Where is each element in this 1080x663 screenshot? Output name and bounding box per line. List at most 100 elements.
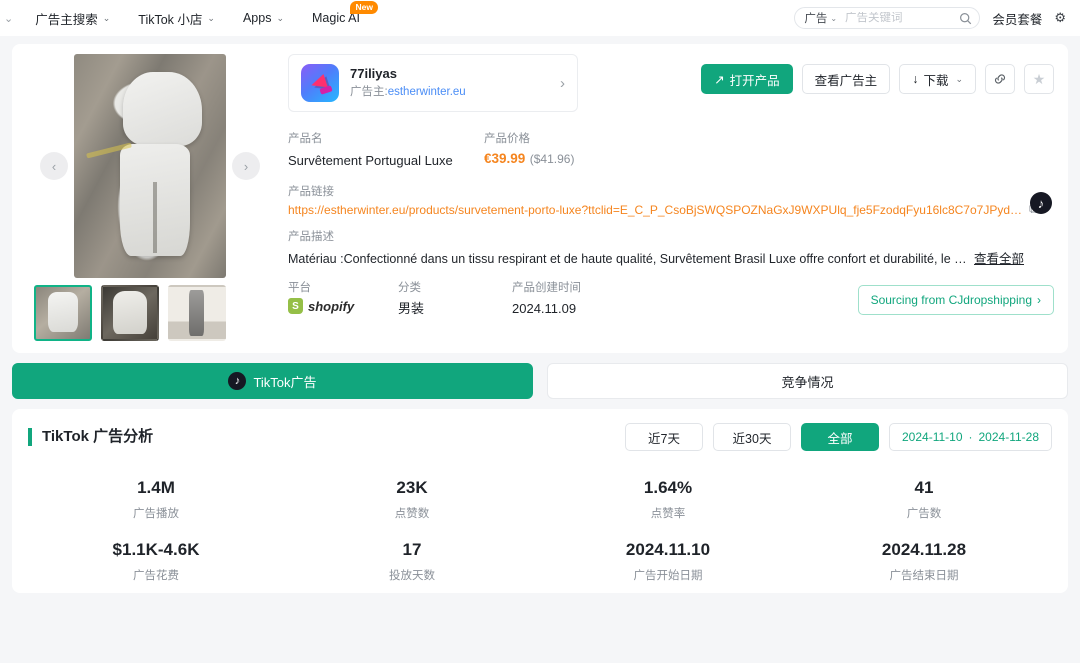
filter-last-30-days[interactable]: 近30天: [713, 423, 791, 451]
membership-link[interactable]: 会员套餐: [992, 9, 1042, 28]
product-name-price-block: 产品名 产品价格 Survêtement Portugual Luxe €39.…: [288, 130, 1054, 172]
tiktok-icon: ♪: [228, 372, 247, 390]
thumbnail-item[interactable]: [168, 285, 226, 341]
analytics-stats-grid: 1.4M 广告播放 23K 点赞数 1.64% 点赞率 41 广告数 $1.1K…: [28, 477, 1052, 583]
date-range-start: 2024-11-10: [902, 430, 963, 444]
filter-last-7-days[interactable]: 近7天: [625, 423, 703, 451]
garment-hoodie-shape: [122, 71, 202, 146]
category-value: 男装: [398, 301, 425, 317]
search-scope-label: 广告: [804, 13, 828, 25]
open-product-label: 打开产品: [729, 73, 780, 88]
nav-items-group: ⌄ 广告主搜索 ⌄ TikTok 小店 ⌄ Apps ⌄ Magic AI Ne…: [0, 0, 378, 36]
favorite-button[interactable]: ★: [1024, 64, 1054, 94]
search-box[interactable]: 广告 ⌄: [794, 7, 981, 29]
analytics-header: TikTok 广告分析 近7天 近30天 全部 2024-11-10 · 202…: [28, 423, 1052, 451]
nav-item-magic-ai[interactable]: Magic AI New: [298, 0, 378, 36]
stat-label: 点赞数: [394, 507, 430, 520]
search-icon[interactable]: [955, 8, 975, 28]
date-range-picker[interactable]: 2024-11-10 · 2024-11-28: [889, 423, 1052, 451]
analytics-filters: 近7天 近30天 全部 2024-11-10 · 2024-11-28: [625, 423, 1052, 451]
nav-item-apps[interactable]: Apps ⌄: [229, 0, 298, 36]
thumbnail-item[interactable]: [34, 285, 92, 341]
shopify-icon: [288, 298, 303, 315]
sourcing-button[interactable]: Sourcing from CJdropshipping ›: [857, 284, 1054, 315]
platform-cell: 平台 shopify: [288, 279, 398, 315]
product-action-buttons: ↗ 打开产品 查看广告主 ↓ 下载 ⌄ ★: [701, 64, 1054, 94]
chevron-right-icon: ›: [1037, 292, 1041, 307]
tiktok-note-icon: ♪: [1037, 195, 1045, 211]
category-label: 分类: [398, 281, 421, 294]
stat-value: 23K: [396, 478, 428, 497]
platform-name: shopify: [308, 298, 355, 314]
product-link-line: https://estherwinter.eu/products/survete…: [288, 202, 1054, 217]
product-price-label-cell: 产品价格: [484, 130, 530, 150]
stat-run-days: 17 投放天数: [284, 539, 540, 583]
stat-ad-impressions: 1.4M 广告播放: [28, 477, 284, 521]
sourcing-label: Sourcing from CJdropshipping: [870, 292, 1032, 307]
chevron-right-icon: ›: [560, 74, 565, 92]
category-cell: 分类 男装: [398, 279, 512, 321]
stat-label: 点赞率: [650, 507, 686, 520]
advertiser-name: 77iliyas: [350, 66, 397, 82]
main-image-wrapper: ‹ ›: [26, 54, 274, 278]
product-price-converted: ($41.96): [529, 151, 575, 166]
thumbnail-item[interactable]: [101, 285, 159, 341]
product-meta-row: 平台 shopify 分类 男装 产品创建时间 2024.11.09 Sourc…: [288, 279, 1054, 321]
content-tabs: ♪ TikTok广告 竞争情况: [12, 363, 1068, 399]
advertiser-card[interactable]: 77iliyas 广告主:estherwinter.eu ›: [288, 54, 578, 112]
gear-icon[interactable]: ⚙: [1054, 10, 1066, 26]
advertiser-text-block: 77iliyas 广告主:estherwinter.eu: [350, 65, 554, 101]
analytics-panel: TikTok 广告分析 近7天 近30天 全部 2024-11-10 · 202…: [12, 409, 1068, 593]
product-main-image[interactable]: [74, 54, 226, 278]
nav-item-tiktok-shop[interactable]: TikTok 小店 ⌄: [124, 0, 229, 36]
view-all-link[interactable]: 查看全部: [974, 248, 1024, 267]
stat-label: 投放天数: [389, 569, 435, 582]
download-label: 下载: [923, 73, 949, 88]
gallery-next-arrow-icon[interactable]: ›: [232, 152, 260, 180]
thumbnail-strip: [26, 285, 274, 341]
view-advertiser-label: 查看广告主: [814, 73, 878, 88]
external-link-icon: ↗: [714, 72, 725, 87]
stat-ad-count: 41 广告数: [796, 477, 1052, 521]
nav-overflow-chevron-icon[interactable]: ⌄: [0, 12, 21, 25]
download-button[interactable]: ↓ 下载 ⌄: [899, 64, 976, 94]
stat-start-date: 2024.11.10 广告开始日期: [540, 539, 796, 583]
tab-label: 竞争情况: [781, 374, 834, 390]
search-input[interactable]: [845, 12, 956, 24]
product-description-block: 产品描述 Matériau :Confectionné dans un tiss…: [288, 228, 1054, 267]
nav-item-label: 广告主搜索: [35, 12, 98, 27]
tiktok-platform-badge: ♪: [1030, 192, 1052, 214]
stat-like-rate: 1.64% 点赞率: [540, 477, 796, 521]
date-range-separator: ·: [968, 430, 973, 444]
advertiser-avatar: [301, 64, 339, 102]
filter-all[interactable]: 全部: [801, 423, 879, 451]
analytics-title: TikTok 广告分析: [28, 428, 153, 446]
open-product-button[interactable]: ↗ 打开产品: [701, 64, 793, 94]
product-name-label-cell: 产品名: [288, 130, 484, 150]
stat-ad-spend: $1.1K-4.6K 广告花费: [28, 539, 284, 583]
values-row: Survêtement Portugual Luxe €39.99 ($41.9…: [288, 150, 1054, 172]
garment-pants-shape: [119, 143, 190, 256]
gallery-prev-arrow-icon[interactable]: ‹: [40, 152, 68, 180]
product-price-main: €39.99: [484, 150, 526, 166]
download-icon: ↓: [912, 72, 919, 86]
tab-tiktok-ads[interactable]: ♪ TikTok广告: [12, 363, 533, 399]
product-image-gallery: ‹ ›: [26, 54, 274, 341]
stat-label: 广告数: [906, 507, 942, 520]
copy-link-button[interactable]: [985, 64, 1015, 94]
stat-label: 广告花费: [133, 569, 179, 582]
product-link-url[interactable]: https://estherwinter.eu/products/survete…: [288, 203, 1023, 217]
tab-competition[interactable]: 竞争情况: [547, 363, 1068, 399]
stat-likes: 23K 点赞数: [284, 477, 540, 521]
search-scope-selector[interactable]: 广告 ⌄: [804, 10, 837, 26]
stat-label: 广告播放: [133, 507, 179, 520]
advertiser-label-prefix: 广告主:: [350, 86, 388, 99]
product-price-label: 产品价格: [484, 133, 530, 145]
product-name-value-cell: Survêtement Portugual Luxe: [288, 150, 484, 172]
date-range-end: 2024-11-28: [978, 430, 1040, 444]
product-description-label: 产品描述: [288, 231, 334, 244]
advertiser-domain-link[interactable]: estherwinter.eu: [388, 86, 466, 98]
product-description-text: Matériau :Confectionné dans un tissu res…: [288, 251, 968, 266]
nav-item-advertiser-search[interactable]: 广告主搜索 ⌄: [21, 0, 124, 36]
view-advertiser-button[interactable]: 查看广告主: [801, 64, 891, 94]
